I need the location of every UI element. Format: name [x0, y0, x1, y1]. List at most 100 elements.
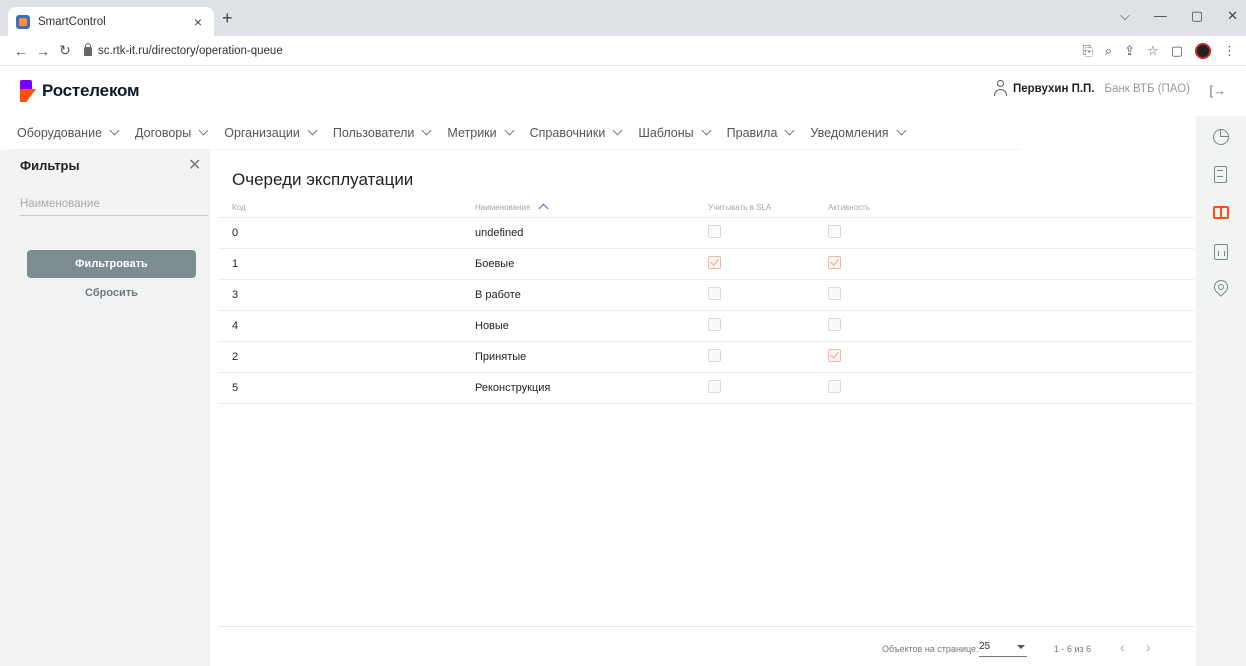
sla-checkbox[interactable] [708, 256, 721, 269]
table-header: Код Наименование Учитывать в SLA Активно… [218, 198, 1194, 218]
window-controls: ⌵ — ▢ ✕ [1120, 8, 1238, 24]
filter-button[interactable]: Фильтровать [27, 250, 196, 278]
location-pin-icon[interactable] [1211, 277, 1231, 297]
next-page-button[interactable]: › [1146, 639, 1151, 655]
cell-active [810, 225, 930, 241]
page-range: 1 - 6 из 6 [1054, 644, 1092, 654]
table-body: 0 undefined 1 Боевые 3 В работе 4 Новые 2 Приняты… [218, 218, 1194, 404]
cell-sla [690, 287, 810, 303]
translate-icon[interactable]: ⎘ [1082, 43, 1092, 59]
menu-item-rules[interactable]: Правила [720, 126, 804, 140]
chevron-down-icon [307, 125, 318, 136]
previous-page-button[interactable]: ‹ [1120, 639, 1125, 655]
page-title: Очереди эксплуатации [232, 170, 414, 189]
menu-item-equipment[interactable]: Оборудование [10, 126, 128, 140]
browser-menu-icon[interactable]: ⋮ [1223, 43, 1236, 59]
menu-item-templates[interactable]: Шаблоны [631, 126, 719, 140]
cell-active [810, 380, 930, 396]
column-header-sla[interactable]: Учитывать в SLA [690, 203, 810, 212]
chevron-down-icon [421, 125, 432, 136]
main-content: Очереди эксплуатации Код Наименование Уч… [218, 150, 1194, 666]
menu-item-organizations[interactable]: Организации [217, 126, 326, 140]
close-icon[interactable]: ✕ [188, 155, 201, 175]
reload-icon[interactable]: ↻ [54, 42, 76, 59]
active-checkbox[interactable] [828, 256, 841, 269]
directory-book-icon[interactable] [1213, 206, 1229, 219]
minimize-button[interactable]: — [1154, 8, 1167, 24]
table-row[interactable]: 2 Принятые [218, 342, 1194, 373]
menu-label: Правила [726, 125, 778, 140]
logo-mark-icon [20, 80, 36, 102]
per-page-select[interactable]: 25 [979, 641, 1027, 657]
menu-item-metrics[interactable]: Метрики [440, 126, 522, 140]
tab-search-icon[interactable]: ⌵ [1120, 8, 1130, 24]
app-header: Ростелеком Первухин П.П. Банк ВТБ (ПАО) … [0, 66, 1246, 116]
user-info[interactable]: Первухин П.П. Банк ВТБ (ПАО) [993, 80, 1190, 98]
sla-checkbox[interactable] [708, 318, 721, 331]
cell-sla [690, 318, 810, 334]
report-icon[interactable] [1214, 244, 1228, 260]
column-header-name[interactable]: Наименование [457, 203, 690, 214]
close-window-button[interactable]: ✕ [1227, 8, 1238, 24]
sla-checkbox[interactable] [708, 287, 721, 300]
active-checkbox[interactable] [828, 318, 841, 331]
side-panel-icon[interactable]: ▢ [1171, 43, 1183, 59]
table-row[interactable]: 5 Реконструкция [218, 373, 1194, 404]
per-page-value: 25 [979, 641, 991, 652]
profile-avatar-icon[interactable] [1195, 42, 1211, 59]
active-checkbox[interactable] [828, 287, 841, 300]
menu-item-notifications[interactable]: Уведомления [803, 126, 914, 140]
forward-icon[interactable]: → [32, 43, 54, 59]
reset-button[interactable]: Сбросить [27, 287, 196, 299]
chevron-down-icon [109, 125, 120, 136]
url-field[interactable]: sc.rtk-it.ru/directory/operation-queue [84, 43, 1082, 57]
lock-icon [84, 43, 92, 56]
zoom-icon[interactable]: ⌕ [1105, 43, 1112, 59]
sla-checkbox[interactable] [708, 225, 721, 238]
logo-text: Ростелеком [42, 81, 140, 100]
rostelecom-logo[interactable]: Ростелеком [20, 80, 140, 102]
browser-tab[interactable]: SmartControl × [8, 7, 214, 36]
back-icon[interactable]: ← [10, 43, 32, 59]
column-header-active[interactable]: Активность [810, 203, 930, 212]
new-tab-button[interactable]: + [222, 8, 233, 29]
user-organization: Банк ВТБ (ПАО) [1104, 83, 1190, 95]
menu-label: Договоры [135, 125, 192, 140]
user-name: Первухин П.П. [1012, 83, 1095, 95]
menu-label: Уведомления [810, 125, 889, 140]
menu-item-directories[interactable]: Справочники [523, 126, 632, 140]
sla-checkbox[interactable] [708, 380, 721, 393]
menu-label: Метрики [447, 125, 497, 140]
table-row[interactable]: 0 undefined [218, 218, 1194, 249]
sort-ascending-icon[interactable] [539, 203, 549, 214]
sla-checkbox[interactable] [708, 349, 721, 362]
table-row[interactable]: 4 Новые [218, 311, 1194, 342]
cell-name: undefined [475, 227, 524, 239]
active-checkbox[interactable] [828, 380, 841, 393]
name-filter-input[interactable] [20, 192, 208, 216]
bookmark-star-icon[interactable]: ☆ [1147, 43, 1159, 59]
logout-icon[interactable]: [→ [1209, 83, 1226, 98]
cell-name: Принятые [475, 351, 527, 363]
cell-sla [690, 380, 810, 396]
dashboard-icon[interactable] [1213, 129, 1229, 145]
chevron-down-icon [612, 125, 623, 136]
maximize-button[interactable]: ▢ [1191, 8, 1203, 24]
document-icon[interactable] [1214, 166, 1227, 183]
active-checkbox[interactable] [828, 349, 841, 362]
table-row[interactable]: 3 В работе [218, 280, 1194, 311]
active-checkbox[interactable] [828, 225, 841, 238]
column-header-name-label: Наименование [475, 203, 531, 212]
share-icon[interactable]: ⇪ [1124, 43, 1135, 59]
table-row[interactable]: 1 Боевые [218, 249, 1194, 280]
chevron-down-icon [701, 125, 712, 136]
main-menu: Оборудование Договоры Организации Пользо… [10, 116, 1020, 150]
tab-close-icon[interactable]: × [190, 14, 206, 30]
menu-item-contracts[interactable]: Договоры [128, 126, 217, 140]
cell-sla [690, 349, 810, 365]
menu-item-users[interactable]: Пользователи [326, 126, 441, 140]
right-rail [1196, 116, 1246, 666]
chevron-down-icon [198, 125, 209, 136]
cell-name: Новые [475, 320, 509, 332]
column-header-code[interactable]: Код [218, 203, 457, 212]
